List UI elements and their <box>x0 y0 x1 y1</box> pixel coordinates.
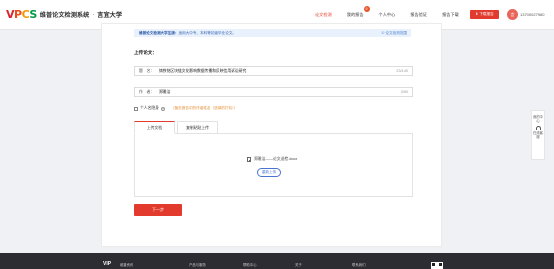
uploaded-file: 郑雅洁——论文送检.docx <box>247 157 297 162</box>
author-field[interactable]: 作 者： 郑雅洁 3/50 <box>134 87 413 97</box>
footer-link-contact[interactable]: 联系我们 <box>352 262 366 267</box>
author-label: 作 者： <box>139 90 155 94</box>
site-logo[interactable]: VPCS 维普论文检测系统 · 言宜大学 <box>6 8 122 21</box>
qr-code-icon <box>431 262 443 269</box>
next-step-button[interactable]: 下一步 <box>134 204 182 216</box>
logo-separator: · <box>92 11 95 18</box>
uploaded-file-name: 郑雅洁——论文送检.docx <box>254 157 298 161</box>
anonymous-label[interactable]: 个人名隐身 <box>140 106 159 111</box>
side-online-service[interactable]: 在线客服 <box>532 131 544 139</box>
side-float-panel: 我的中心 在线客服 <box>531 110 545 160</box>
section-title: 上传论文： <box>134 50 157 55</box>
title-char-count: 23/140 <box>396 69 408 73</box>
download-report-button[interactable]: ⬇ 下载报告 <box>470 10 499 19</box>
author-input[interactable]: 郑雅洁 <box>159 88 170 96</box>
page-footer: VIP 维普资讯 产品与服务 帮助中心 关于 联系我们 <box>0 253 554 269</box>
notice-text: 适用大中专、本科等初级毕业论文。 <box>178 31 237 35</box>
reupload-button[interactable]: 重新上传 <box>257 168 281 177</box>
title-label: 题 名： <box>139 69 155 73</box>
nav-my-reports-label: 我的报告 <box>346 12 364 17</box>
version-notice: 维普论文检测大学生版：适用大中专、本科等初级毕业论文。 ① 论文检测范围 <box>134 29 411 37</box>
user-phone[interactable]: 13700027960 <box>520 12 544 17</box>
avatar[interactable]: 言 <box>507 9 518 20</box>
title-field[interactable]: 题 名： 铸铁铭区块链文化影响数据传播和反映信用诉讼研究 23/140 <box>134 66 413 76</box>
help-icon[interactable]: ? <box>160 106 165 111</box>
document-icon <box>247 157 251 162</box>
footer-link-about[interactable]: 关于 <box>295 262 302 267</box>
tab-upload-document[interactable]: 上传文档 <box>134 121 175 134</box>
check-scope-link[interactable]: ① 论文检测范围 <box>381 29 407 37</box>
footer-link-products[interactable]: 产品与服务 <box>189 262 206 267</box>
notice-title: 维普论文检测大学生版： <box>139 31 179 35</box>
side-my-center[interactable]: 我的中心 <box>532 111 544 123</box>
footer-logo: VIP <box>103 261 112 267</box>
report-count-badge: 9 <box>363 6 370 12</box>
vpcs-logo-mark: VPCS <box>6 8 37 21</box>
anonymous-row: 个人名隐身 ? （隐去报告中的作者姓名（选填的打勾）） <box>134 106 237 111</box>
author-char-count: 3/50 <box>400 90 408 94</box>
anonymous-hint: （隐去报告中的作者姓名（选填的打勾）） <box>170 106 238 110</box>
footer-link-help[interactable]: 帮助中心 <box>243 262 257 267</box>
title-input[interactable]: 铸铁铭区块链文化影响数据传播和反映信用诉讼研究 <box>159 67 246 75</box>
download-report-label: 下载报告 <box>479 12 494 16</box>
upload-tabs: 上传文档 复制粘贴上传 <box>134 121 413 134</box>
upload-area[interactable] <box>134 134 413 197</box>
anonymous-checkbox[interactable] <box>134 106 138 111</box>
school-name: 言宜大学 <box>97 12 123 19</box>
tab-paste-text[interactable]: 复制粘贴上传 <box>177 121 218 134</box>
headset-icon <box>535 126 541 130</box>
logo-title: 维普论文检测系统 <box>39 12 90 19</box>
footer-logo-sub: 维普资讯 <box>120 263 134 267</box>
